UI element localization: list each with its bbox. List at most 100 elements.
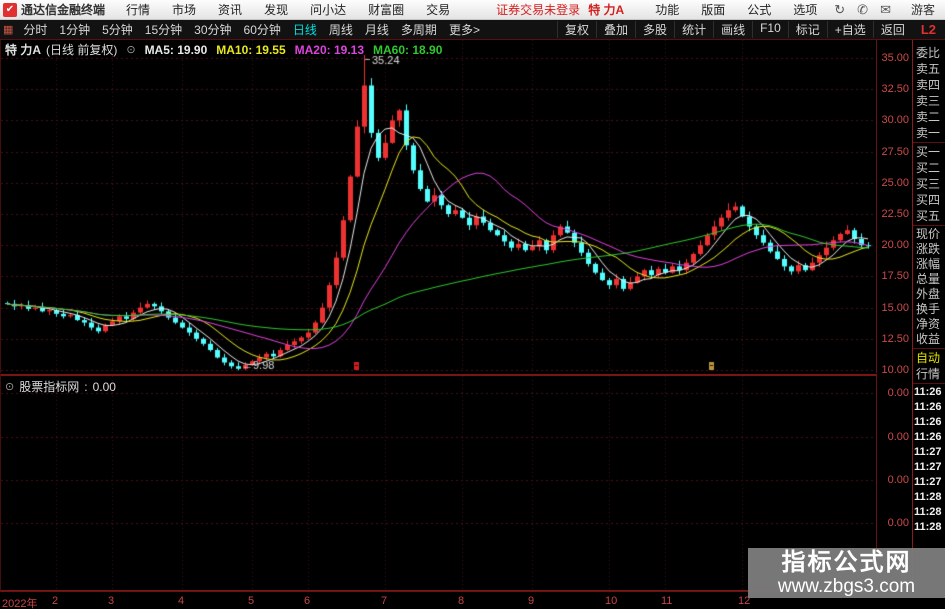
sidebar-row[interactable]: 买二 [913,160,945,176]
period-tab[interactable]: 更多> [443,21,486,38]
period-tab[interactable]: 30分钟 [188,21,237,38]
date-axis-label: 2 [52,595,59,607]
watermark-title: 指标公式网 [781,548,912,576]
collapse-icon[interactable]: ⊙ [126,43,135,56]
period-tab[interactable]: 周线 [323,21,359,38]
menubar-item[interactable]: 交易 [415,1,461,18]
tick-time-row: 11:26 [914,386,942,398]
menubar-item[interactable]: 功能 [644,1,690,18]
toolbar-right-buttons: 复权 叠加 多股 统计 画线 F10 标记 +自选 返回 L2 [557,21,945,38]
main-menu: 行情 市场 资讯 发现 问小达 财富圈 交易 [115,1,461,18]
date-axis-label: 8 [458,595,465,607]
toolbar-button[interactable]: F10 [752,21,788,38]
price-axis-label: 32.50 [881,83,909,96]
main-chart-pane: 特 力A (日线 前复权) ⊙ MA5: 19.90 MA10: 19.55 MA2… [0,40,877,373]
sidebar-row[interactable]: 委比 [913,45,945,61]
indicator-axis-label: 0.00 [887,387,909,399]
menubar-item[interactable]: 财富圈 [357,1,415,18]
toolbar-button[interactable]: 叠加 [596,21,635,38]
toolbar-button[interactable]: 多股 [635,21,674,38]
menubar-item[interactable]: 行情 [115,1,161,18]
toolbar-button[interactable]: 统计 [674,21,713,38]
period-tab[interactable]: 15分钟 [139,21,188,38]
sidebar-divider [913,142,945,143]
indicator-name: 股票指标网 [19,380,80,394]
tick-time-row: 11:26 [914,401,942,413]
date-axis-label: 7 [381,595,388,607]
sidebar-tab[interactable]: 自动 [913,350,945,366]
indicator-legend: ⊙ 股票指标网 : 0.00 [5,378,116,395]
chart-legend: 特 力A (日线 前复权) ⊙ MA5: 19.90 MA10: 19.55 MA2… [5,41,442,58]
sidebar-row[interactable]: 卖三 [913,93,945,109]
sidebar-row[interactable]: 卖五 [913,61,945,77]
menubar-item[interactable]: 问小达 [299,1,357,18]
indicator-value: 0.00 [92,379,116,394]
tick-time-row: 11:28 [914,521,942,533]
sidebar-stat-row: 收益 [916,332,941,346]
tick-time-row: 11:27 [914,461,942,473]
watermark-url: www.zbgs3.com [777,575,916,597]
price-axis-label: 35.00 [881,52,909,64]
toolbar-button[interactable]: +自选 [826,21,873,38]
menubar-item[interactable]: 资讯 [207,1,253,18]
sidebar-row[interactable]: 卖一 [913,125,945,141]
menubar-item[interactable]: 公式 [736,1,782,18]
period-tab[interactable]: 多周期 [395,21,443,38]
login-status[interactable]: 证券交易未登录 [496,1,580,18]
sidebar-stat-row: 现价 [916,227,941,241]
tick-time-row: 11:27 [914,476,942,488]
sidebar-row[interactable]: 买一 [913,144,945,160]
refresh-icon[interactable]: ↻ [834,2,845,18]
sidebar-row[interactable]: 买五 [913,208,945,224]
top-menubar: ✔ 通达信金融终端 行情 市场 资讯 发现 问小达 财富圈 交易 证券交易未登录 特 力A … [0,0,945,20]
period-tab[interactable]: 5分钟 [96,21,139,38]
toolbar-button[interactable]: 复权 [557,21,596,38]
date-axis-label: 5 [248,595,255,607]
collapse-icon[interactable]: ⊙ [5,380,14,393]
toolbar-button[interactable]: 画线 [713,21,752,38]
date-axis-label: 10 [605,595,618,607]
period-tab[interactable]: 60分钟 [238,21,287,38]
legend-stock-title: 特 力A [5,43,42,57]
date-axis-label: 2022年 [2,598,38,609]
period-tab[interactable]: 分时 [17,21,53,38]
tick-time-row: 11:28 [914,506,942,518]
ma-legend-item: MA5: 19.90 [144,42,208,57]
layout-grid-icon[interactable]: ▦ [3,23,13,36]
sidebar-tab[interactable]: 行情 [913,366,945,382]
toolbar-button[interactable]: 返回 [872,21,912,38]
price-axis-label: 15.00 [881,301,909,314]
ma-legend-item: MA20: 19.13 [294,42,365,57]
guest-account-button[interactable]: 游客 [911,1,935,18]
price-axis-label: 17.50 [881,270,909,283]
period-tab[interactable]: 月线 [359,21,395,38]
menubar-item[interactable]: 版面 [690,1,736,18]
sidebar-row[interactable]: 卖二 [913,109,945,125]
ma-legend-item: MA60: 18.90 [373,42,443,57]
sidebar-row[interactable]: 买四 [913,192,945,208]
menubar-item[interactable]: 市场 [161,1,207,18]
toolbar-button[interactable]: 标记 [787,21,827,38]
menubar-item[interactable]: 发现 [253,1,299,18]
app-logo-icon: ✔ [3,2,17,17]
indicator-canvas[interactable] [1,376,876,590]
price-axis-label: 25.00 [881,176,909,189]
sidebar-stat-row: 外盘 [916,287,941,301]
price-axis: 35.00 32.50 30.00 27.50 25.00 22.50 20.00 17.50… [877,40,912,376]
mail-icon[interactable]: ✉ [880,2,891,18]
sidebar-row[interactable]: 买三 [913,176,945,192]
menubar-item[interactable]: 选项 [782,1,828,18]
date-axis-label: 3 [108,595,115,607]
candlestick-chart-canvas[interactable] [1,40,876,372]
period-tab[interactable]: 日线 [287,21,323,38]
level2-logo[interactable]: L2 [912,22,945,37]
legend-period-subtitle: (日线 前复权) [46,43,118,57]
period-tabs: 分时 1分钟 5分钟 15分钟 30分钟 60分钟 日线 周线 月线 多周期 更多> [17,21,486,38]
period-tab[interactable]: 1分钟 [53,21,96,38]
app-title: 通达信金融终端 [21,3,106,17]
sidebar-row[interactable]: 卖四 [913,77,945,93]
sidebar-stat-row: 涨跌 [916,242,941,256]
tick-time-row: 11:26 [914,431,942,443]
phone-icon[interactable]: ✆ [857,2,868,18]
price-axis-label: 22.50 [881,208,909,220]
